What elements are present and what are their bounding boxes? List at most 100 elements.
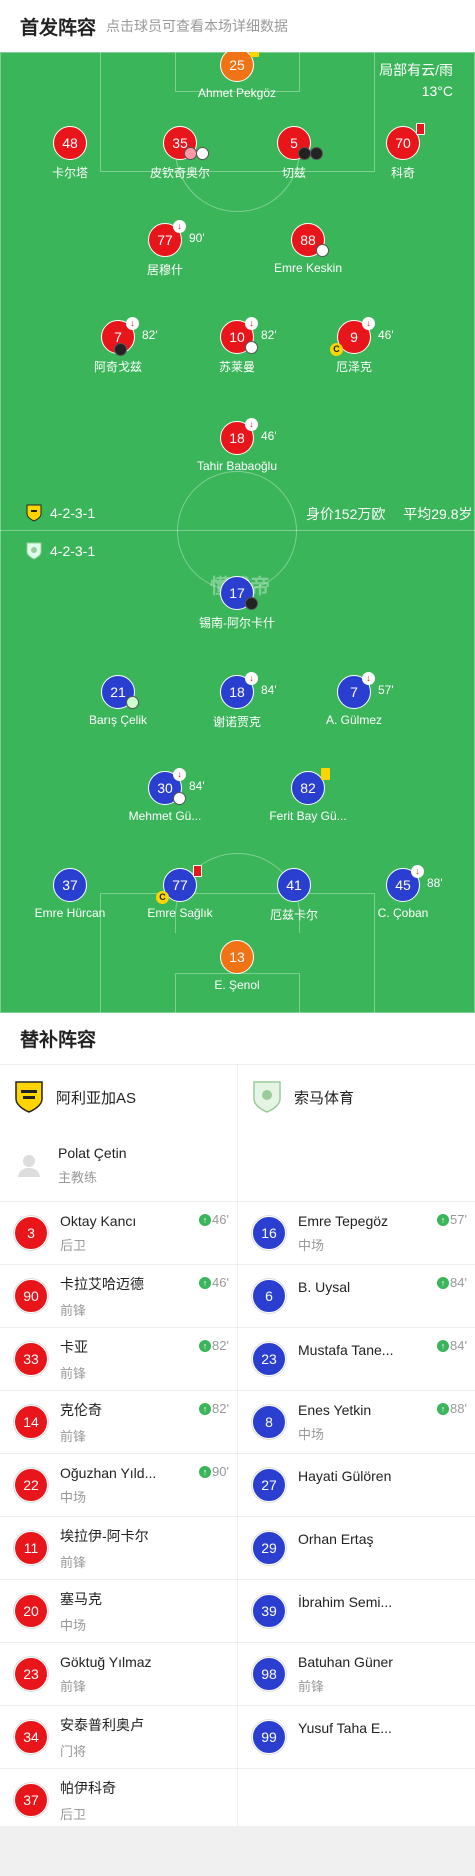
sub-player-name: 克伦奇: [60, 1401, 102, 1418]
home-player[interactable]: 77 ↓ 90' 居穆什: [100, 220, 230, 278]
player-name: Tahir Babaoğlu: [196, 459, 278, 473]
sub-player-row[interactable]: 8 Enes Yetkin 中场 ↑ 88': [238, 1391, 475, 1454]
home-player[interactable]: 88 Emre Keskin: [243, 223, 373, 275]
sub-player-number: 90: [14, 1279, 48, 1313]
value-text: 身价152万欧: [306, 506, 386, 522]
sub-player-row[interactable]: 34 安泰普利奥卢 门将: [0, 1706, 237, 1769]
sub-player-row[interactable]: 99 Yusuf Taha E...: [238, 1706, 475, 1769]
sub-player-row[interactable]: 33 卡亚 前锋 ↑ 82': [0, 1328, 237, 1391]
home-player[interactable]: 70 科奇: [338, 123, 468, 181]
sub-player-row[interactable]: 23 Mustafa Tane... ↑ 84': [238, 1328, 475, 1391]
sub-player-row[interactable]: 6 B. Uysal ↑ 84': [238, 1265, 475, 1328]
red-card-icon: [416, 123, 425, 135]
home-team-badge-icon: [26, 504, 42, 522]
player-name: 谢诺贾克: [212, 715, 261, 729]
home-player[interactable]: 7 ↓ 82' 阿奇戈兹: [53, 317, 183, 375]
sub-player-row[interactable]: 39 İbrahim Semi...: [238, 1580, 475, 1643]
away-player[interactable]: 30 ↓ 84' Mehmet Gü...: [100, 768, 230, 823]
team-value-info: 身价152万欧 平均29.8岁: [306, 504, 473, 524]
player-number: 7 ↓ 57': [337, 672, 394, 709]
ball-icon: [173, 792, 186, 805]
sub-in-time: ↑ 57': [437, 1212, 467, 1227]
sub-player-name: 安泰普利奥卢: [60, 1716, 144, 1733]
player-name: Mehmet Gü...: [128, 809, 202, 823]
away-goalkeeper[interactable]: 13 E. Şenol: [172, 940, 302, 992]
sub-player-number: 23: [14, 1657, 48, 1691]
sub-player-row[interactable]: 98 Batuhan Güner 前锋: [238, 1643, 475, 1706]
away-team-row[interactable]: 索马体育: [238, 1065, 475, 1129]
sub-player-position: 前锋: [60, 1678, 87, 1694]
sub-player-row[interactable]: 37 帕伊科奇 后卫: [0, 1769, 237, 1832]
ball-icon: [316, 244, 329, 257]
sub-player-name: 卡拉艾哈迈德: [60, 1275, 144, 1292]
home-player[interactable]: 9 ↓ 46' C 厄泽克: [289, 317, 419, 375]
sub-in-icon: ↑: [199, 1339, 212, 1352]
home-player[interactable]: 18 ↓ 46' Tahir Babaoğlu: [172, 418, 302, 473]
player-number: 9 ↓ 46' C: [330, 317, 394, 356]
player-number: 37: [53, 868, 87, 902]
age-text: 平均29.8岁: [403, 506, 473, 522]
sub-in-time: ↑ 82': [199, 1401, 229, 1416]
sub-player-number: 22: [14, 1468, 48, 1502]
sub-player-position: 门将: [60, 1743, 87, 1759]
sub-player-number: 29: [252, 1531, 286, 1565]
sub-player-row[interactable]: 11 埃拉伊-阿卡尔 前锋: [0, 1517, 237, 1580]
sub-player-name: Oktay Kancı: [60, 1212, 137, 1229]
captain-icon: C: [330, 343, 343, 356]
sub-time: 88': [427, 876, 443, 890]
coach-row[interactable]: Polat Çetin 主教练: [0, 1129, 237, 1202]
sub-in-time: ↑ 82': [199, 1338, 229, 1353]
away-player[interactable]: 17 锡南-阿尔卡什: [172, 576, 302, 631]
sub-in-time: ↑ 90': [199, 1464, 229, 1479]
player-number: 41: [277, 868, 311, 902]
away-player[interactable]: 45 ↓ 88' C. Çoban: [338, 865, 468, 920]
sub-player-position: 中场: [60, 1617, 87, 1633]
home-goalkeeper[interactable]: 25 Ahmet Pekgöz: [172, 52, 302, 100]
player-name: 皮钦奇奥尔: [149, 166, 210, 180]
sub-in-icon: ↑: [437, 1402, 450, 1415]
ball-icon: [196, 147, 209, 160]
away-formation-text: 4-2-3-1: [50, 543, 96, 559]
player-number: 10 ↓ 82': [220, 317, 277, 354]
away-player[interactable]: 7 ↓ 57' A. Gülmez: [289, 672, 419, 727]
sub-player-row[interactable]: 14 克伦奇 前锋 ↑ 82': [0, 1391, 237, 1454]
sub-in-minute: 46': [212, 1275, 229, 1290]
home-player[interactable]: 35 皮钦奇奥尔: [115, 126, 245, 181]
sub-in-icon: ↑: [437, 1339, 450, 1352]
player-number: 45 ↓ 88': [386, 865, 443, 902]
sub-player-row[interactable]: 20 塞马克 中场: [0, 1580, 237, 1643]
sub-player-row[interactable]: 16 Emre Tepegöz 中场 ↑ 57': [238, 1202, 475, 1265]
away-player[interactable]: 21 Barış Çelik: [53, 675, 183, 727]
player-name: 科奇: [390, 166, 415, 180]
home-team-row[interactable]: 阿利亚加AS: [0, 1065, 237, 1129]
home-player[interactable]: 10 ↓ 82' 苏莱曼: [172, 317, 302, 375]
away-player[interactable]: 77 C Emre Sağlık: [115, 865, 245, 920]
away-player[interactable]: 18 ↓ 84' 谢诺贾克: [172, 672, 302, 730]
sub-player-number: 33: [14, 1342, 48, 1376]
sub-player-row[interactable]: 90 卡拉艾哈迈德 前锋 ↑ 46': [0, 1265, 237, 1328]
sub-player-row[interactable]: 3 Oktay Kancı 后卫 ↑ 46': [0, 1202, 237, 1265]
sub-player-row[interactable]: 22 Oğuzhan Yıld... 中场 ↑ 90': [0, 1454, 237, 1517]
sub-player-name: Hayati Gülören: [298, 1468, 392, 1484]
sub-in-icon: ↑: [199, 1465, 212, 1478]
sub-in-icon: ↑: [437, 1276, 450, 1289]
sub-player-name: Göktuğ Yılmaz: [60, 1653, 152, 1670]
sub-player-position: 前锋: [60, 1302, 87, 1318]
lineup-title: 首发阵容: [20, 17, 97, 39]
sub-in-minute: 90': [212, 1464, 229, 1479]
player-name: Emre Sağlık: [147, 906, 213, 920]
sub-in-icon: ↑: [199, 1402, 212, 1415]
player-number: 13: [220, 940, 254, 974]
away-player[interactable]: 82 Ferit Bay Gü...: [243, 768, 373, 823]
coach-role: 主教练: [58, 1169, 98, 1185]
sub-player-name: Batuhan Güner: [298, 1653, 393, 1670]
coach-avatar-icon: [18, 1155, 40, 1177]
sub-player-row[interactable]: 23 Göktuğ Yılmaz 前锋: [0, 1643, 237, 1706]
sub-player-row[interactable]: 27 Hayati Gülören: [238, 1454, 475, 1517]
player-number: 30 ↓ 84': [148, 768, 205, 805]
sub-player-number: 37: [14, 1783, 48, 1817]
home-team-logo-icon: [15, 1081, 43, 1113]
player-name: 厄泽克: [335, 360, 372, 374]
sub-player-name: 卡亚: [60, 1338, 88, 1355]
sub-player-row[interactable]: 29 Orhan Ertaş: [238, 1517, 475, 1580]
